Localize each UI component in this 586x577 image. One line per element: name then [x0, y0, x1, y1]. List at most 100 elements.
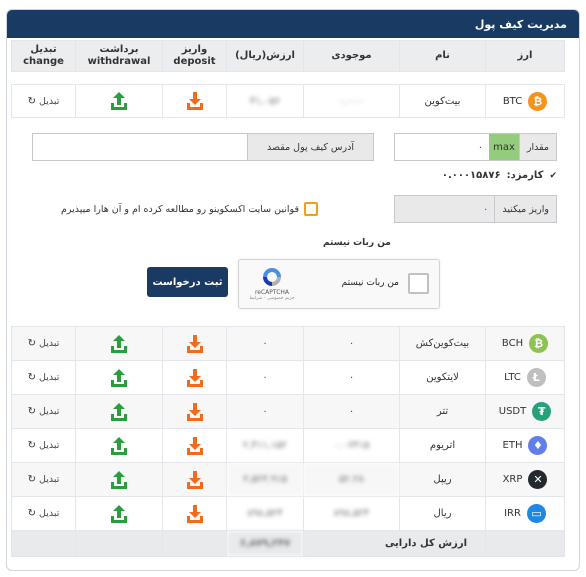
btc-balance: ۰.۰۰۰ — [303, 84, 400, 118]
bitcoin-icon: ₿ — [528, 91, 548, 111]
col-name: نام — [399, 40, 486, 72]
table-row: تبدیل ↻ ۳,۵۲۳,۹۱۵ ۵۲.۲۸ ریپل XRP ✕ — [11, 462, 565, 497]
swap-button[interactable]: تبدیل ↻ — [28, 338, 60, 349]
upload-icon — [111, 470, 127, 489]
deposit-button[interactable] — [162, 394, 227, 429]
swap-button[interactable]: تبدیل ↻ — [28, 96, 60, 107]
download-icon — [186, 92, 203, 110]
tether-icon: ₮ — [532, 402, 552, 421]
ethereum-icon: ♦ — [528, 436, 548, 455]
row-value: ۲,۴۱۱,۱۵۲ — [226, 428, 304, 463]
row-name: لایتکوین — [399, 360, 486, 395]
table-row: تبدیل ↻ ۸۹۸,۵۲۴ ۸۹۸,۵۲۴ ریال IRR ▭ — [11, 496, 565, 531]
table-row: تبدیل ↻ ۲,۴۱۱,۱۵۲ ۰.۰۶۴۱۵ اتریوم ETH ♦ — [11, 428, 565, 463]
deposit-button[interactable] — [162, 84, 227, 118]
withdraw-button[interactable] — [75, 326, 163, 361]
swap-button[interactable]: تبدیل ↻ — [28, 440, 60, 451]
row-value: ۰ — [226, 360, 304, 395]
col-balance: موجودی — [303, 40, 400, 72]
row-symbol: IRR — [504, 508, 521, 519]
row-value: ۳,۵۲۳,۹۱۵ — [226, 462, 304, 497]
deposit-button[interactable] — [162, 496, 227, 531]
total-value: ۶,۸۷۹,۲۴۷ — [226, 530, 304, 557]
row-symbol: XRP — [502, 474, 523, 485]
deposit-button[interactable] — [162, 462, 227, 497]
row-symbol: USDT — [498, 406, 527, 417]
refresh-icon: ↻ — [27, 474, 37, 485]
row-balance: ۰.۰۶۴۱۵ — [303, 428, 400, 463]
deposit-amount-label: واریز میکنید — [494, 196, 556, 222]
address-input[interactable] — [33, 134, 247, 160]
withdraw-button[interactable] — [75, 394, 163, 429]
download-icon — [186, 504, 203, 523]
row-name: بیت‌کوین‌کش — [399, 326, 486, 361]
refresh-icon: ↻ — [27, 440, 37, 451]
robot-title: من ربات نیستم — [323, 238, 391, 248]
col-withdraw: برداشت withdrawal — [75, 40, 163, 72]
submit-button[interactable]: ثبت درخواست — [147, 267, 228, 297]
fee-label: کارمزد: — [506, 170, 544, 181]
ripple-icon: ✕ — [528, 470, 548, 489]
download-icon — [186, 368, 203, 387]
swap-button[interactable]: تبدیل ↻ — [28, 508, 60, 519]
address-field[interactable]: آدرس کیف پول مقصد — [32, 133, 374, 161]
recaptcha-brand: reCAPTCHA — [254, 289, 290, 296]
table-row: تبدیل ↻ ۰ ۰ بیت‌کوین‌کش BCH ₿ — [11, 326, 565, 361]
terms-text: قوانین سایت اکسکوینو رو مطالعه کرده ام و… — [61, 203, 299, 215]
recaptcha-checkbox[interactable] — [408, 273, 429, 294]
table-row: تبدیل ↻ ۰ ۰ تتر USDT ₮ — [11, 394, 565, 429]
wallet-table-header: تبدیل change برداشت withdrawal واریز deposi… — [11, 40, 565, 72]
row-value: ۸۹۸,۵۲۴ — [226, 496, 304, 531]
table-row: تبدیل ↻ ۰ ۰ لایتکوین LTC Ł — [11, 360, 565, 395]
fee-value: ۰.۰۰۰۱۵۸۷۶ — [441, 170, 501, 181]
deposit-amount-field: ۰ واریز میکنید — [394, 195, 557, 223]
swap-button[interactable]: تبدیل ↻ — [28, 406, 60, 417]
row-name: ریپل — [399, 462, 486, 497]
col-deposit: واریز deposit — [162, 40, 227, 72]
upload-icon — [111, 334, 127, 353]
amount-input[interactable]: ۰ — [395, 134, 489, 160]
row-balance: ۸۹۸,۵۲۴ — [303, 496, 400, 531]
row-balance: ۰ — [303, 326, 400, 361]
withdraw-button[interactable] — [75, 360, 163, 395]
panel-title: مدیریت کیف پول — [7, 10, 579, 38]
deposit-button[interactable] — [162, 360, 227, 395]
refresh-icon: ↻ — [27, 372, 37, 383]
swap-button[interactable]: تبدیل ↻ — [28, 372, 60, 383]
withdraw-button[interactable] — [75, 84, 163, 118]
withdraw-button[interactable] — [75, 496, 163, 531]
amount-field[interactable]: ۰ max مقدار — [394, 133, 557, 161]
deposit-button[interactable] — [162, 326, 227, 361]
col-currency: ارز — [485, 40, 565, 72]
download-icon — [186, 334, 203, 353]
rial-card-icon: ▭ — [526, 504, 546, 523]
col-change: تبدیل change — [11, 40, 76, 72]
row-name: تتر — [399, 394, 486, 429]
refresh-icon: ↻ — [27, 508, 37, 519]
terms-row: قوانین سایت اکسکوینو رو مطالعه کرده ام و… — [61, 202, 318, 216]
row-balance: ۰ — [303, 394, 400, 429]
btc-row-table: تبدیل ↻ ۴۱,۰۵۶ ۰.۰۰۰ بیت‌کوین BTC ₿ — [11, 84, 565, 118]
recaptcha-privacy[interactable]: حریم خصوصی - شرایط — [247, 296, 297, 301]
bitcoin-cash-icon: ₿ — [529, 334, 549, 353]
recaptcha-icon — [263, 268, 281, 286]
swap-button[interactable]: تبدیل ↻ — [28, 474, 60, 485]
withdraw-button[interactable] — [75, 428, 163, 463]
max-button[interactable]: max — [489, 134, 519, 160]
table-row: تبدیل ↻ ۴۱,۰۵۶ ۰.۰۰۰ بیت‌کوین BTC ₿ — [11, 84, 565, 118]
fee-row: ✔ کارمزد: ۰.۰۰۰۱۵۸۷۶ — [442, 170, 557, 181]
recaptcha-widget: من ربات نیستم reCAPTCHA حریم خصوصی - شرا… — [238, 259, 440, 309]
row-name: ریال — [399, 496, 486, 531]
litecoin-icon: Ł — [526, 368, 546, 387]
withdraw-button[interactable] — [75, 462, 163, 497]
recaptcha-logo: reCAPTCHA حریم خصوصی - شرایط — [247, 266, 297, 301]
row-balance: ۰ — [303, 360, 400, 395]
download-icon — [186, 470, 203, 489]
deposit-button[interactable] — [162, 428, 227, 463]
refresh-icon: ↻ — [27, 406, 37, 417]
recaptcha-text: من ربات نیستم — [341, 278, 399, 288]
address-label: آدرس کیف پول مقصد — [247, 134, 373, 160]
btc-name: بیت‌کوین — [399, 84, 486, 118]
download-icon — [186, 436, 203, 455]
terms-checkbox[interactable] — [304, 202, 318, 216]
